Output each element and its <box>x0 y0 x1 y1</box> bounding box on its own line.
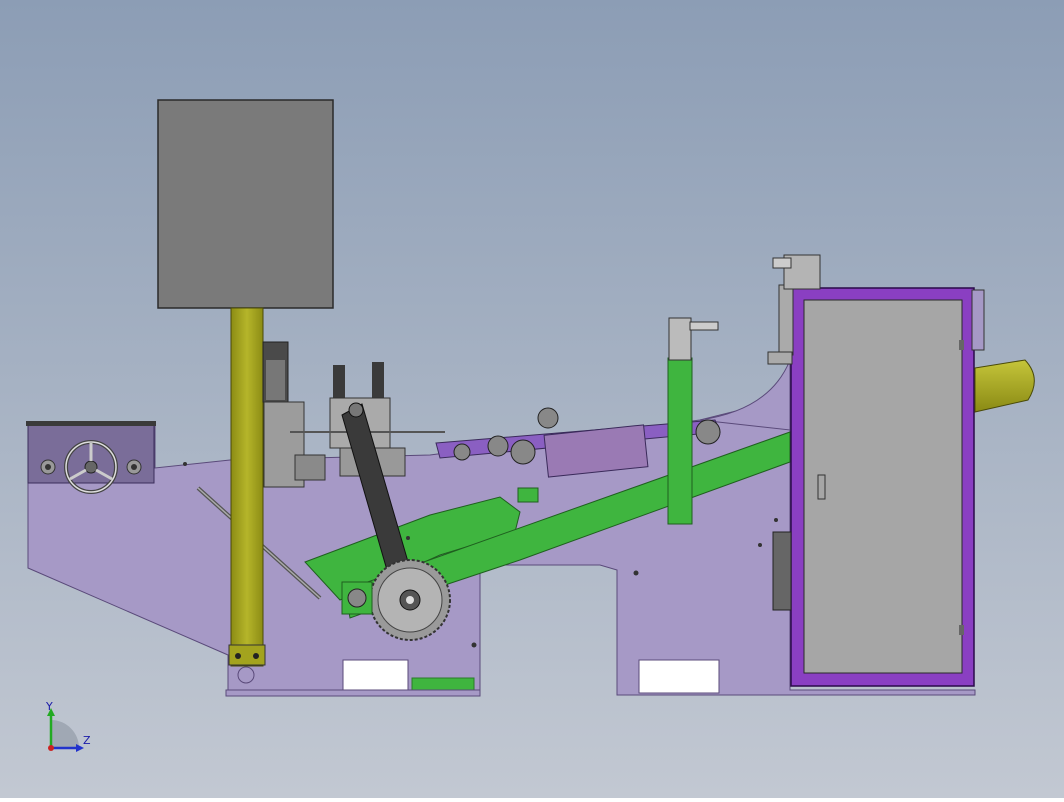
tension-post <box>667 357 693 525</box>
frame-cutout-right <box>638 659 720 694</box>
cabinet-side-panel <box>772 531 792 611</box>
hinge-top <box>959 340 964 350</box>
post-cap <box>668 317 692 361</box>
cad-viewport[interactable]: Y Z <box>0 0 1064 798</box>
top-drive-bracket <box>778 284 794 356</box>
column-base-plate <box>228 644 266 666</box>
door-handle <box>817 474 826 500</box>
idler-wheel-1 <box>453 443 471 461</box>
guide-rod-right <box>372 362 384 402</box>
chute-lug <box>517 487 539 503</box>
frame-cutout-left <box>342 659 409 694</box>
frame-base-left <box>225 689 481 697</box>
idler-wheel-2 <box>487 435 509 457</box>
cabinet-right-panel <box>971 289 985 351</box>
hinge-bottom <box>959 625 964 635</box>
triad-y-label: Y <box>46 700 53 713</box>
machine-assembly-view <box>0 0 1064 798</box>
handwheel-housing-top <box>26 421 156 426</box>
control-box <box>157 99 334 309</box>
support-column <box>230 307 264 667</box>
drive-gear <box>369 559 451 641</box>
idler-wheel-3 <box>510 439 536 465</box>
triad-z-label: Z <box>83 734 91 747</box>
cabinet-door <box>803 299 963 674</box>
idler-wheel-4 <box>695 419 721 445</box>
